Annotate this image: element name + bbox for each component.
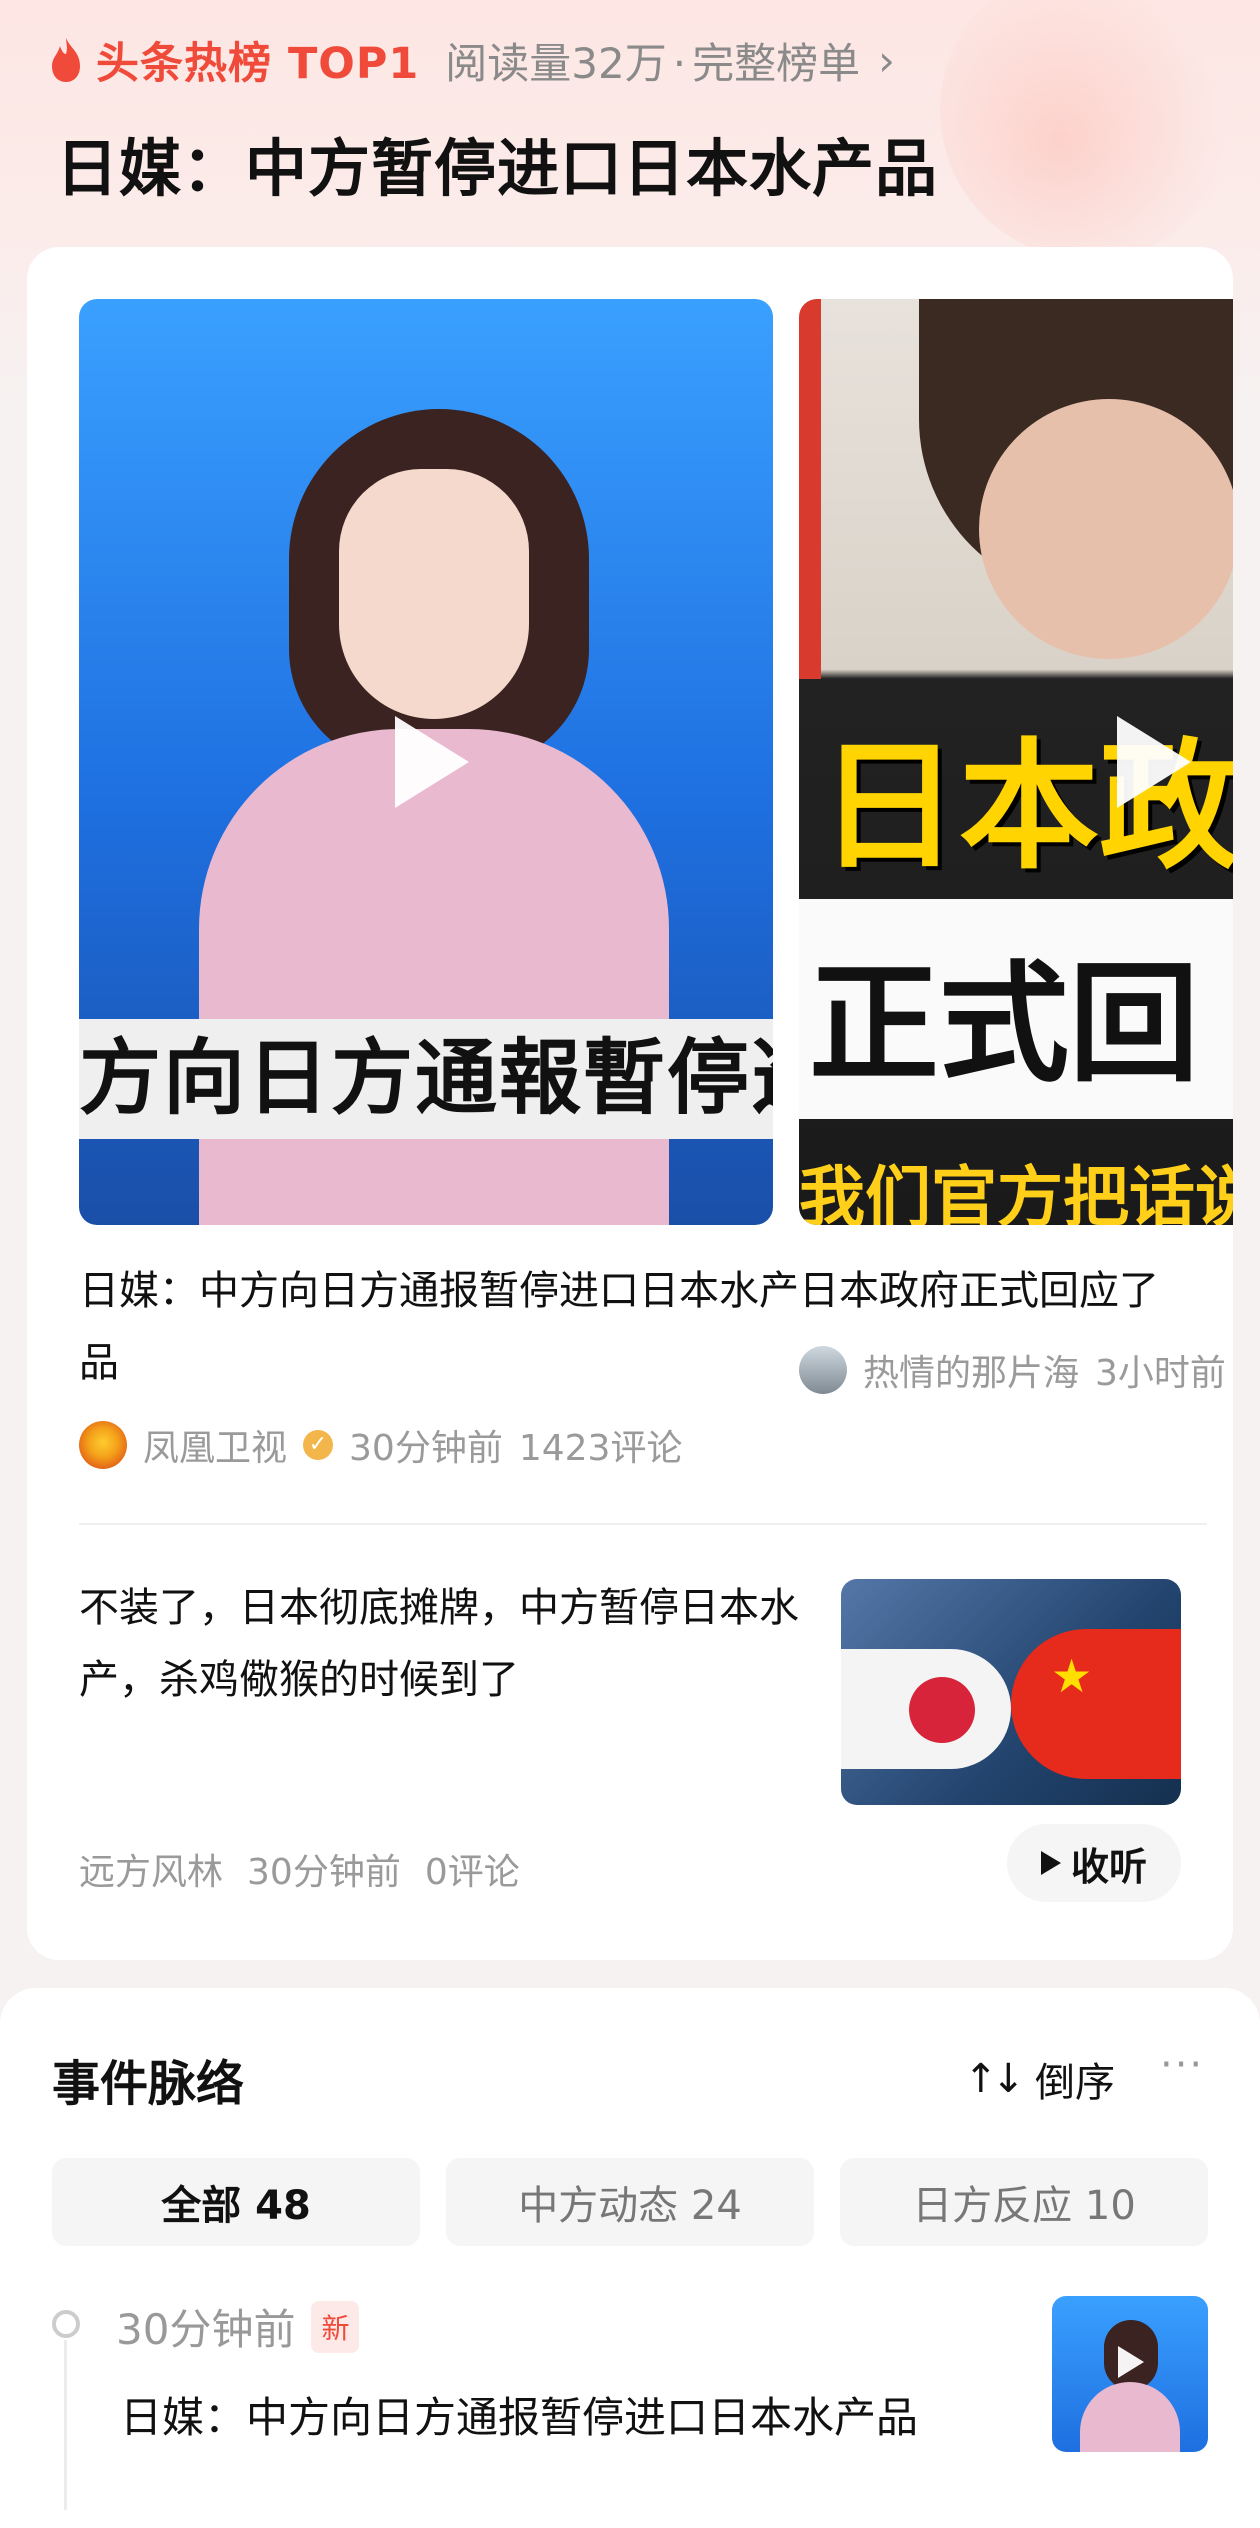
hot-rank-bar[interactable]: 头条热榜 TOP1 阅读量32万 · 完整榜单 › <box>48 30 895 90</box>
listen-button[interactable]: 收听 <box>1007 1824 1181 1902</box>
chevron-right-icon: › <box>878 35 895 85</box>
play-icon[interactable] <box>395 716 469 808</box>
timeline-tabs: 全部 48 中方动态 24 日方反应 10 <box>52 2158 1208 2246</box>
video-title-2[interactable]: 日本政府正式回应了 <box>799 1255 1233 1327</box>
video-thumbnail-2[interactable]: 日本政 正式回 我们官方把话说 <box>799 299 1233 1225</box>
source-name[interactable]: 热情的那片海 <box>863 1344 1079 1396</box>
play-icon <box>1118 2346 1144 2378</box>
source-name[interactable]: 凤凰卫视 <box>143 1419 287 1471</box>
tab-japan-reaction[interactable]: 日方反应 10 <box>840 2158 1208 2246</box>
video-meta-2: 热情的那片海 3小时前 <box>799 1344 1226 1396</box>
flame-icon <box>52 38 80 82</box>
more-icon[interactable]: ··· <box>1160 2042 1204 2088</box>
tab-all[interactable]: 全部 48 <box>52 2158 420 2246</box>
video-card: 方向日方通報暫停進口 日本政 正式回 我们官方把话说 日媒：中方向日方通报暂停进… <box>27 247 1233 1960</box>
video-thumbnail-1[interactable]: 方向日方通報暫停進口 <box>79 299 773 1225</box>
article-title[interactable]: 不装了，日本彻底摊牌，中方暂停日本水产，杀鸡儆猴的时候到了 <box>79 1572 809 1716</box>
read-count: 阅读量32万 · 完整榜单 <box>445 38 861 88</box>
verified-badge-icon: ✓ <box>303 1430 334 1460</box>
post-time: 30分钟前 <box>247 1852 401 1893</box>
divider <box>79 1523 1207 1525</box>
post-time: 30分钟前 <box>349 1428 503 1469</box>
article-thumbnail[interactable]: ★ <box>841 1579 1181 1805</box>
video-title-1[interactable]: 日媒：中方向日方通报暂停进口日本水产品 <box>79 1255 799 1399</box>
play-icon[interactable] <box>1117 716 1191 808</box>
timeline-entry-text[interactable]: 日媒：中方向日方通报暂停进口日本水产品 <box>120 2384 918 2445</box>
article-meta: 远方风林 30分钟前 0评论 <box>79 1843 520 1895</box>
sort-icon: ↑↓ <box>964 2056 1025 2102</box>
post-time: 3小时前 <box>1095 1353 1226 1394</box>
timeline-line <box>64 2340 67 2510</box>
video-caption-overlay: 方向日方通報暫停進口 <box>79 1019 773 1139</box>
author-name[interactable]: 远方风林 <box>79 1843 223 1895</box>
comment-count: 1423评论 <box>518 1428 683 1469</box>
rank-label: 头条热榜 TOP1 <box>96 39 420 89</box>
timeline-entry-thumbnail[interactable] <box>1052 2296 1208 2452</box>
play-icon <box>1040 1851 1061 1875</box>
timeline-title: 事件脉络 <box>52 2056 245 2112</box>
new-badge: 新 <box>311 2300 360 2353</box>
avatar <box>799 1346 847 1394</box>
tab-china-updates[interactable]: 中方动态 24 <box>446 2158 814 2246</box>
page-title: 日媒：中方暂停进口日本水产品 <box>56 132 939 205</box>
full-list-link[interactable]: 完整榜单 <box>692 39 860 88</box>
comment-count: 0评论 <box>424 1852 520 1893</box>
video-meta-1: 凤凰卫视 ✓ 30分钟前 1423评论 <box>79 1419 682 1471</box>
sort-button[interactable]: ↑↓ 倒序 <box>964 2050 1115 2108</box>
source-logo-icon <box>79 1421 127 1469</box>
timeline-entry-time: 30分钟前 新 <box>116 2296 360 2357</box>
timeline-dot <box>52 2310 80 2338</box>
